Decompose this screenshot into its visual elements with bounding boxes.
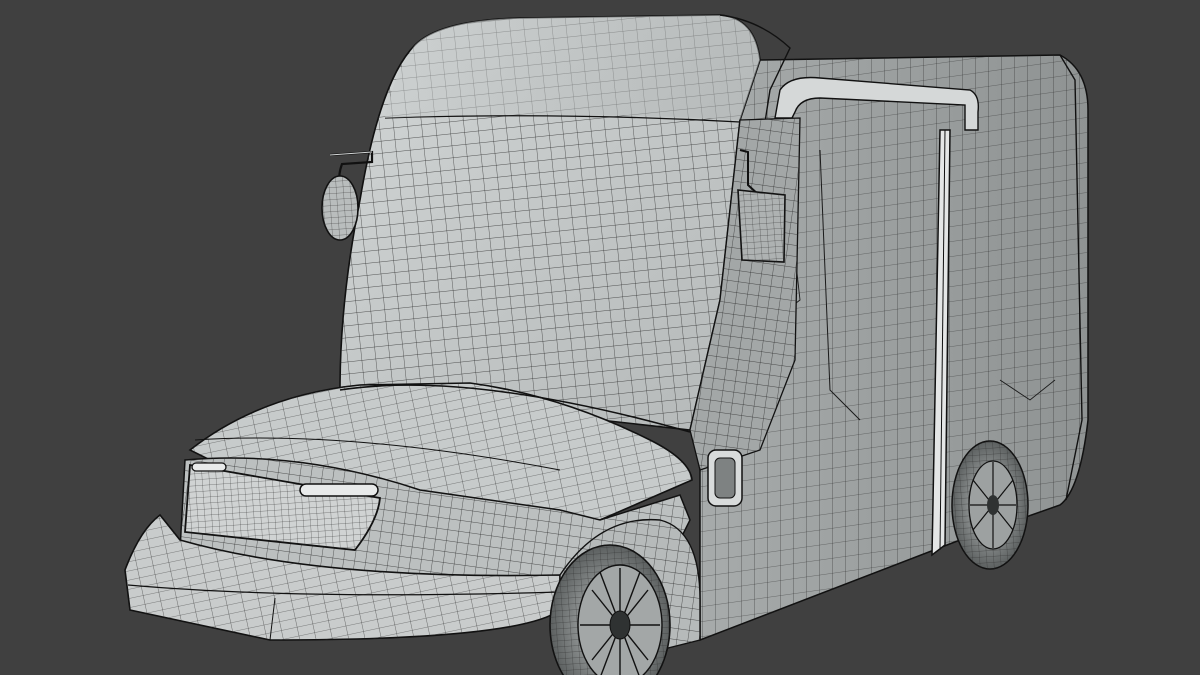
van-wireframe-render [124, 14, 1089, 675]
left-headlight [191, 462, 227, 472]
right-headlight [299, 483, 379, 497]
rear-wheel [951, 440, 1029, 570]
3d-viewport[interactable] [0, 0, 1200, 675]
